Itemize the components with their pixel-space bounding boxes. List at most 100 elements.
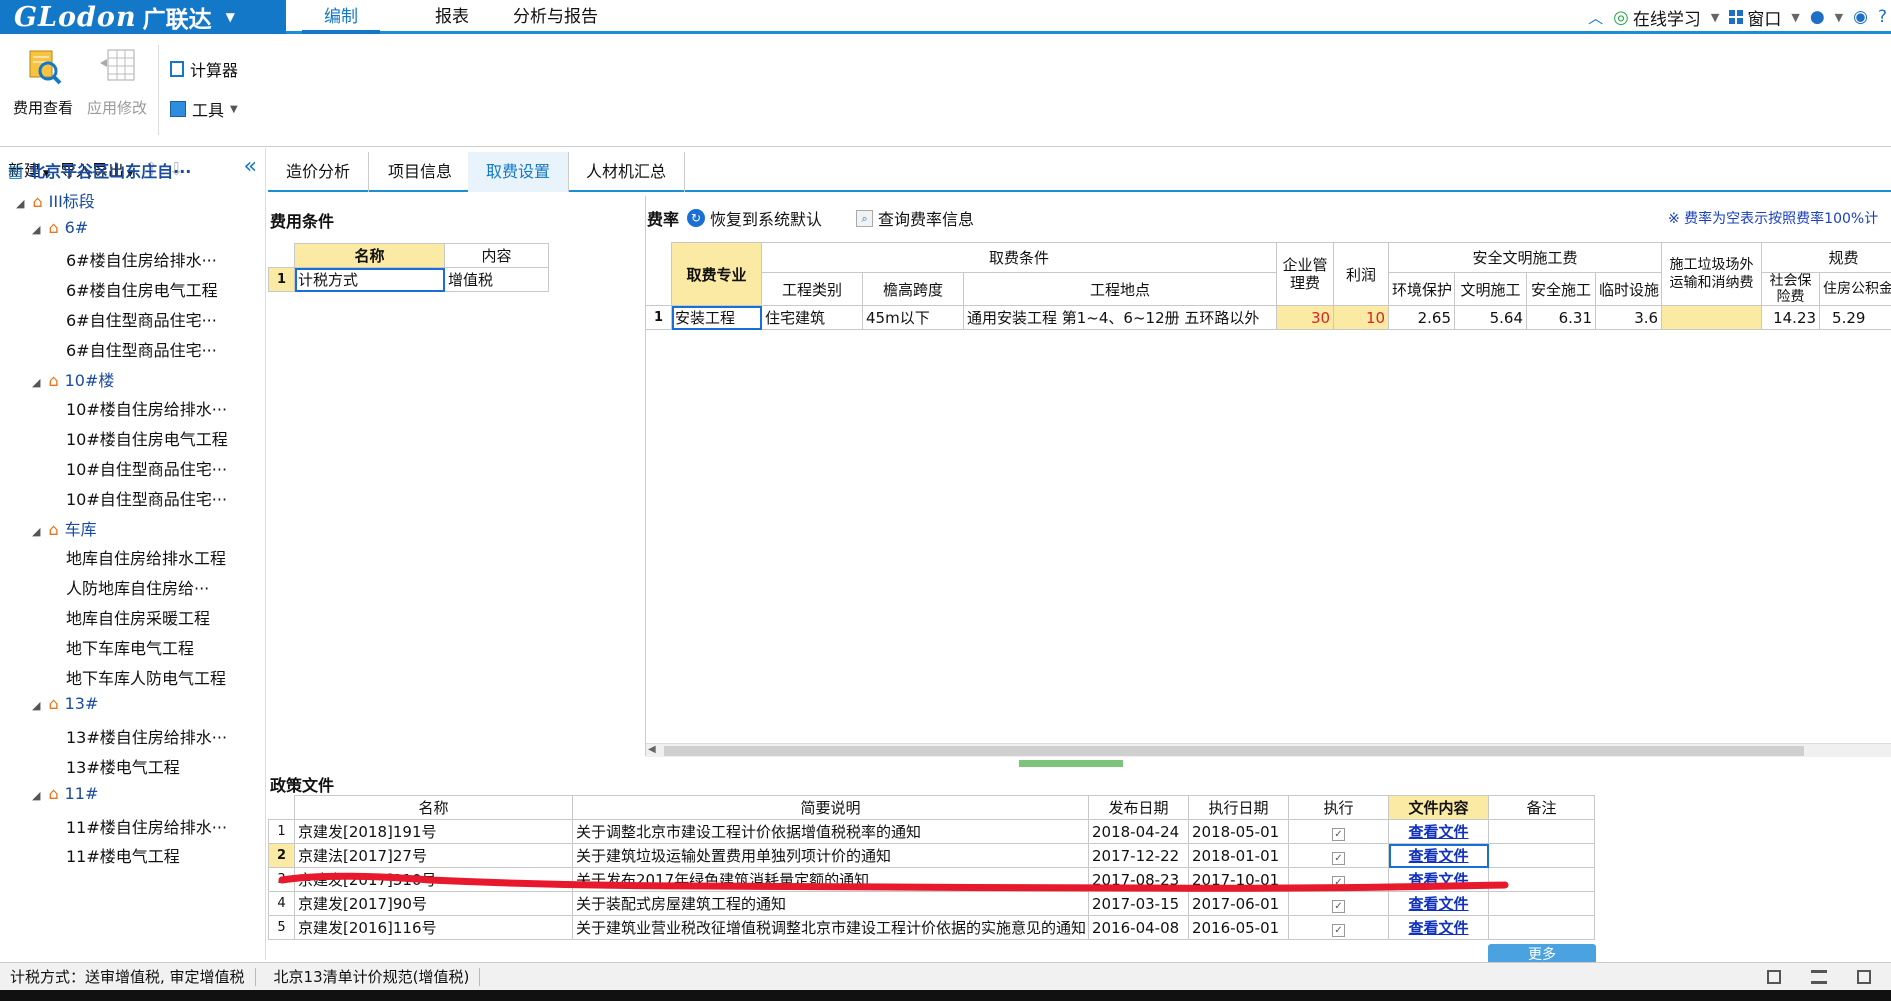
checkbox-icon[interactable]: ✓ bbox=[1332, 851, 1345, 865]
tree-item[interactable]: 11#楼自住房给排水··· bbox=[66, 814, 227, 838]
cell-publish-date[interactable]: 2016-04-08 bbox=[1088, 915, 1189, 940]
tree-group[interactable]: ◢ ⌂ 11# bbox=[32, 784, 98, 803]
menu-tab-edit[interactable]: 编制 bbox=[302, 0, 380, 34]
scroll-left-icon[interactable]: ◀ bbox=[648, 744, 656, 755]
expand-triangle-icon[interactable]: ◢ bbox=[16, 197, 24, 210]
cell-remark[interactable] bbox=[1488, 867, 1595, 892]
dropdown-arrow-icon[interactable]: ▼ bbox=[1711, 11, 1719, 24]
window-button[interactable]: 窗口 bbox=[1729, 5, 1781, 30]
cell-civil[interactable]: 5.64 bbox=[1454, 305, 1528, 330]
cell-safe[interactable]: 6.31 bbox=[1526, 305, 1597, 330]
checkbox-icon[interactable]: ✓ bbox=[1332, 875, 1345, 889]
layout-icon[interactable] bbox=[1857, 969, 1871, 984]
checkbox-icon[interactable]: ✓ bbox=[1332, 923, 1345, 937]
view-file-link[interactable]: 查看文件 bbox=[1408, 847, 1468, 865]
cell-name[interactable]: 计税方式 bbox=[294, 267, 445, 292]
view-mode-icon[interactable] bbox=[1767, 969, 1781, 984]
cell-social[interactable]: 14.23 bbox=[1761, 305, 1821, 330]
cell-publish-date[interactable]: 2017-03-15 bbox=[1088, 891, 1189, 916]
tree-item[interactable]: 10#自住型商品住宅··· bbox=[66, 486, 227, 510]
cell-temp[interactable]: 3.6 bbox=[1595, 305, 1663, 330]
online-learning-button[interactable]: ◎ 在线学习 bbox=[1613, 5, 1701, 30]
view-file-link[interactable]: 查看文件 bbox=[1408, 823, 1468, 841]
menu-tab-report[interactable]: 报表 bbox=[413, 0, 491, 34]
expand-triangle-icon[interactable]: ◢ bbox=[32, 699, 40, 712]
checkbox-icon[interactable]: ✓ bbox=[1332, 899, 1345, 913]
cell-description[interactable]: 关于装配式房屋建筑工程的通知 bbox=[572, 891, 1089, 916]
dropdown-arrow-icon[interactable]: ▼ bbox=[1835, 11, 1843, 24]
cell-publish-date[interactable]: 2017-08-23 bbox=[1088, 867, 1189, 892]
table-row[interactable]: 4 京建发[2017]90号 关于装配式房屋建筑工程的通知 2017-03-15 201… bbox=[268, 891, 1595, 916]
tree-group[interactable]: ◢ ⌂ 13# bbox=[32, 694, 98, 713]
tree-item[interactable]: 11#楼电气工程 bbox=[66, 843, 180, 867]
tools-button[interactable]: 工具 ▼ bbox=[170, 97, 238, 121]
tree-item[interactable]: 6#楼自住房给排水··· bbox=[66, 247, 217, 271]
cell-doc-name[interactable]: 京建发[2016]116号 bbox=[294, 915, 573, 940]
cell-file-content[interactable]: 查看文件 bbox=[1388, 843, 1489, 868]
cell-publish-date[interactable]: 2018-04-24 bbox=[1088, 819, 1189, 844]
assistant-icon[interactable]: ◉ bbox=[1853, 7, 1868, 27]
tree-group[interactable]: ◢ ⌂ 10#楼 bbox=[32, 367, 114, 391]
tree-item[interactable]: 地下车库人防电气工程 bbox=[66, 665, 226, 689]
cell-execute-checkbox[interactable]: ✓ bbox=[1288, 891, 1389, 916]
help-icon[interactable]: ? bbox=[1878, 7, 1887, 27]
tree-item[interactable]: 6#自住型商品住宅··· bbox=[66, 307, 217, 331]
query-rate-button[interactable]: ⌕ 查询费率信息 bbox=[856, 206, 974, 230]
cell-file-content[interactable]: 查看文件 bbox=[1388, 915, 1489, 940]
table-row[interactable]: 5 京建发[2016]116号 关于建筑业营业税改征增值税调整北京市建设工程计价依据… bbox=[268, 915, 1595, 940]
table-row[interactable]: 1 计税方式 增值税 bbox=[268, 267, 549, 292]
table-row[interactable]: 3 京建发[2017]310号 关于发布2017年绿色建筑消耗量定额的通知 2017-… bbox=[268, 867, 1595, 892]
cell-execute-checkbox[interactable]: ✓ bbox=[1288, 867, 1389, 892]
cell-file-content[interactable]: 查看文件 bbox=[1388, 819, 1489, 844]
cell-execute-checkbox[interactable]: ✓ bbox=[1288, 843, 1389, 868]
expand-triangle-icon[interactable]: ◢ bbox=[32, 525, 40, 538]
tree-item[interactable]: 地库自住房采暖工程 bbox=[66, 605, 210, 629]
app-logo[interactable]: GLodon 广联达 ▼ bbox=[0, 0, 286, 34]
tree-item[interactable]: 6#自住型商品住宅··· bbox=[66, 337, 217, 361]
cell-remark[interactable] bbox=[1488, 819, 1595, 844]
cell-execute-checkbox[interactable]: ✓ bbox=[1288, 915, 1389, 940]
tree-item[interactable]: 地库自住房给排水工程 bbox=[66, 545, 226, 569]
restore-default-button[interactable]: ↻ 恢复到系统默认 bbox=[687, 206, 822, 230]
view-file-link[interactable]: 查看文件 bbox=[1408, 895, 1468, 913]
tab-cost-analysis[interactable]: 造价分析 bbox=[268, 152, 370, 192]
user-icon[interactable]: ● bbox=[1810, 7, 1825, 27]
chevron-up-icon[interactable]: ︿ bbox=[1588, 7, 1603, 28]
tab-fee-settings[interactable]: 取费设置 bbox=[468, 152, 570, 192]
tab-project-info[interactable]: 项目信息 bbox=[370, 152, 472, 192]
view-file-link[interactable]: 查看文件 bbox=[1408, 871, 1468, 889]
scrollbar-thumb[interactable] bbox=[664, 746, 1804, 756]
cell-housing[interactable]: 5.29 bbox=[1819, 305, 1891, 330]
pane-splitter-handle[interactable] bbox=[1019, 760, 1123, 767]
cell-file-content[interactable]: 查看文件 bbox=[1388, 867, 1489, 892]
cell-remark[interactable] bbox=[1488, 915, 1595, 940]
horizontal-scrollbar[interactable]: ◀ bbox=[646, 743, 1891, 757]
cell-description[interactable]: 关于建筑垃圾运输处置费用单独列项计价的通知 bbox=[572, 843, 1089, 868]
cell-exec-date[interactable]: 2017-06-01 bbox=[1188, 891, 1289, 916]
cell-exec-date[interactable]: 2017-10-01 bbox=[1188, 867, 1289, 892]
cell-env[interactable]: 2.65 bbox=[1388, 305, 1456, 330]
cell-content[interactable]: 增值税 bbox=[444, 267, 549, 292]
cell-exec-date[interactable]: 2018-05-01 bbox=[1188, 819, 1289, 844]
expand-triangle-icon[interactable]: ◢ bbox=[32, 789, 40, 802]
expand-triangle-icon[interactable]: ◢ bbox=[32, 223, 40, 236]
tree-item[interactable]: 地下车库电气工程 bbox=[66, 635, 194, 659]
cell-file-content[interactable]: 查看文件 bbox=[1388, 891, 1489, 916]
cell-exec-date[interactable]: 2016-05-01 bbox=[1188, 915, 1289, 940]
tab-labor-material-summary[interactable]: 人材机汇总 bbox=[568, 152, 686, 192]
cell-specialty[interactable]: 安装工程 bbox=[671, 305, 762, 330]
cell-location[interactable]: 通用安装工程 第1~4、6~12册 五环路以外 bbox=[962, 305, 1278, 330]
tree-group[interactable]: ◢ ⌂ 车库 bbox=[32, 516, 97, 540]
cell-execute-checkbox[interactable]: ✓ bbox=[1288, 819, 1389, 844]
cell-mgmt-fee[interactable]: 30 bbox=[1276, 305, 1335, 330]
collapse-panel-icon[interactable]: « bbox=[244, 154, 257, 179]
tree-item[interactable]: 人防地库自住房给··· bbox=[66, 575, 209, 599]
view-file-link[interactable]: 查看文件 bbox=[1408, 919, 1468, 937]
tree-item[interactable]: 10#楼自住房电气工程 bbox=[66, 426, 228, 450]
cell-description[interactable]: 关于发布2017年绿色建筑消耗量定额的通知 bbox=[572, 867, 1089, 892]
apply-modify-button[interactable]: 应用修改 bbox=[84, 47, 150, 118]
cell-publish-date[interactable]: 2017-12-22 bbox=[1088, 843, 1189, 868]
checkbox-icon[interactable]: ✓ bbox=[1332, 827, 1345, 841]
more-button[interactable]: 更多 bbox=[1488, 944, 1596, 964]
tree-item[interactable]: 6#楼自住房电气工程 bbox=[66, 277, 218, 301]
